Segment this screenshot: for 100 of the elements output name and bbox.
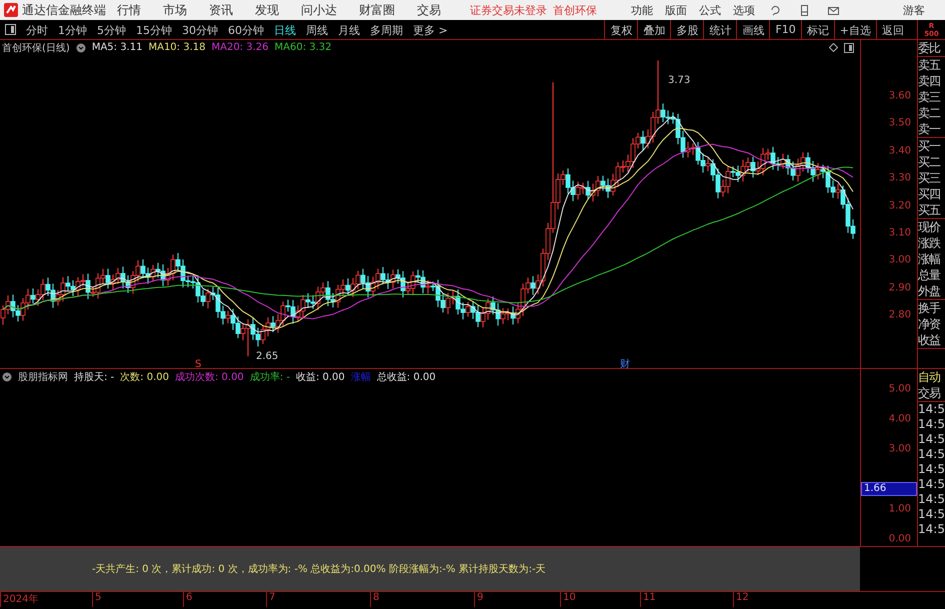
low-price-label: 2.65 xyxy=(256,351,278,362)
toolbar-button[interactable]: 标记 xyxy=(800,20,834,39)
quote-label: 卖二 xyxy=(918,105,942,121)
toolbar-button[interactable]: F10 xyxy=(769,20,801,39)
menu-item[interactable]: 问小达 xyxy=(290,2,348,18)
trade-time: 14:5 xyxy=(918,477,945,492)
quote-label: 总量 xyxy=(918,267,942,283)
date-axis-label: 12 xyxy=(733,592,813,607)
quote-label: 涨幅 xyxy=(918,251,942,267)
quote-label: 卖三 xyxy=(918,89,942,105)
date-axis-label: 7 xyxy=(266,592,370,607)
trade-time: 14:5 xyxy=(918,492,945,507)
indicator-axis-label: 3.00 xyxy=(888,444,911,454)
period-tab[interactable]: 周线 xyxy=(301,20,333,39)
indicator-value: 次数: 0.00 xyxy=(120,370,169,384)
quote-label: 买一 xyxy=(918,138,942,154)
toolbar-button[interactable]: 返回 xyxy=(876,20,909,39)
quote-label: 卖四 xyxy=(918,73,941,89)
panel-toggle-icon[interactable] xyxy=(844,42,854,52)
toolbar-button[interactable]: 叠加 xyxy=(637,20,670,39)
date-axis-label: 9 xyxy=(474,592,560,607)
chat-bubble-icon[interactable] xyxy=(770,4,781,16)
price-axis-label: 3.30 xyxy=(888,172,911,184)
indicator-value: 持股天: - xyxy=(74,370,114,384)
moving-average-value: MA60: 3.32 xyxy=(274,42,332,53)
menu-item[interactable]: 行情 xyxy=(106,2,152,18)
price-axis-label: 3.60 xyxy=(888,90,911,102)
moving-average-value: MA10: 3.18 xyxy=(148,42,206,53)
user-label[interactable]: 游客 xyxy=(897,2,931,18)
toolbar-button[interactable]: 多股 xyxy=(670,20,704,39)
chart-title: 首创环保(日线) xyxy=(2,42,70,54)
toolbar-button[interactable]: 统计 xyxy=(703,20,736,39)
period-tab[interactable]: 日线 xyxy=(269,20,301,39)
price-axis-label: 2.80 xyxy=(888,310,911,321)
toolbar-button[interactable]: 画线 xyxy=(736,20,770,39)
trade-time: 14:5 xyxy=(918,507,945,522)
indicator-name: 股朋指标网 xyxy=(18,370,68,384)
toolbar-button[interactable]: 复权 xyxy=(604,20,638,39)
high-price-label: 3.73 xyxy=(668,75,690,86)
quote-label: 买四 xyxy=(918,186,941,202)
signal-mark: S xyxy=(195,359,202,369)
menu-item[interactable]: 版面 xyxy=(659,2,693,18)
summary-text: -天共产生: 0 次，累计成功: 0 次，成功率为: -% 总收益为:0.00% 阶段涨幅为:-% 累计持股天数为:-天 xyxy=(92,562,546,576)
period-tab[interactable]: 月线 xyxy=(333,20,365,39)
menu-item[interactable]: 功能 xyxy=(625,2,659,18)
indicator-axis-label: 0.00 xyxy=(888,534,911,544)
quote-label: 卖五 xyxy=(918,57,942,73)
period-tab[interactable]: 15分钟 xyxy=(131,20,177,39)
current-value-marker: 1.66 xyxy=(861,482,917,496)
indicator-value: 总收益: 0.00 xyxy=(376,370,436,384)
indicator-axis-label: 4.00 xyxy=(888,414,911,424)
price-axis-label: 3.40 xyxy=(888,145,911,156)
trade-title: 交易 xyxy=(918,385,942,401)
period-tab[interactable]: 多周期 xyxy=(365,20,408,39)
app-title: 通达信金融终端 xyxy=(22,2,106,18)
diamond-icon[interactable] xyxy=(829,43,838,52)
login-status[interactable]: 证券交易未登录 xyxy=(470,2,547,18)
menu-item[interactable]: 发现 xyxy=(244,2,290,18)
date-axis-label: 10 xyxy=(560,592,640,607)
trade-mode-label[interactable]: 自动 xyxy=(918,369,945,385)
period-tab[interactable]: 1分钟 xyxy=(53,20,92,39)
signal-mark: 财 xyxy=(620,359,630,369)
indicator-value: 成功率: - xyxy=(250,370,290,384)
menu-item[interactable]: 公式 xyxy=(693,2,727,18)
quote-label: 现价 xyxy=(918,219,942,235)
quote-label: 换手 xyxy=(918,300,942,316)
trade-time: 14:5 xyxy=(918,447,945,462)
indicator-value: 成功次数: 0.00 xyxy=(174,370,244,384)
indicator-axis-label: 1.00 xyxy=(888,504,911,514)
indicator-value: 收益: 0.00 xyxy=(296,370,345,384)
indicator-axis-label: 5.00 xyxy=(888,384,911,394)
price-axis-label: 3.10 xyxy=(888,228,911,238)
date-axis-label: 11 xyxy=(640,592,733,607)
menu-item[interactable]: 资讯 xyxy=(198,2,244,18)
menu-item[interactable]: 市场 xyxy=(152,2,198,18)
quote-label: 委比 xyxy=(918,40,942,56)
toolbar-button[interactable]: +自选 xyxy=(834,20,876,39)
quote-label: 买五 xyxy=(918,202,942,218)
stock-link[interactable]: 首创环保 xyxy=(553,2,597,18)
date-axis-label: 2024年 xyxy=(0,592,92,607)
menu-item[interactable]: 财富圈 xyxy=(348,2,406,18)
period-tab[interactable]: 分时 xyxy=(21,20,53,39)
trade-time: 14:5 xyxy=(918,462,945,477)
mail-icon[interactable] xyxy=(828,4,839,16)
date-axis-label: 6 xyxy=(183,592,266,607)
collapse-icon[interactable] xyxy=(76,42,86,52)
period-tab[interactable]: 30分钟 xyxy=(177,20,223,39)
period-tab[interactable]: 5分钟 xyxy=(92,20,131,39)
collapse-icon[interactable] xyxy=(2,372,12,382)
period-tab[interactable]: 60分钟 xyxy=(223,20,269,39)
sidebar-toggle-icon[interactable] xyxy=(5,24,16,35)
price-axis-label: 3.20 xyxy=(888,200,911,212)
period-tab[interactable]: 更多 > xyxy=(408,20,453,39)
moving-average-value: MA20: 3.26 xyxy=(211,42,268,53)
menu-item[interactable]: 交易 xyxy=(406,2,452,18)
quote-label: 买三 xyxy=(918,170,942,186)
menu-item[interactable]: 选项 xyxy=(727,2,761,18)
quote-label: 收益 xyxy=(918,332,942,348)
phone-icon[interactable] xyxy=(799,4,810,16)
trade-time: 14:5 xyxy=(918,417,945,432)
